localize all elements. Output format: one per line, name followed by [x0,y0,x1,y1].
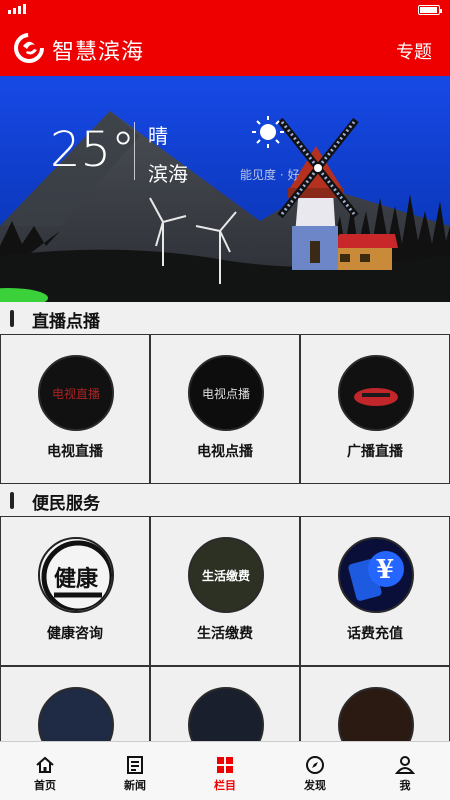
compass-icon [306,756,324,774]
grid-icon [217,757,233,773]
section-title: 直播点播 [32,312,100,332]
section-title: 便民服务 [32,494,100,514]
visibility-text: 能见度 · 好 [240,168,300,182]
app-logo-icon [14,33,44,63]
home-icon [36,756,54,773]
tab-label: 栏目 [214,779,236,792]
tile-label: 广播直播 [347,444,403,460]
tab-discover[interactable]: 发现 [270,742,360,800]
tv-vod-tile[interactable]: 电视点播 电视点播 [150,334,300,484]
weather-scene-illustration [0,76,450,302]
bottom-tab-bar: 首页 新闻 栏目 发现 我 [0,741,450,800]
tab-home[interactable]: 首页 [0,742,90,800]
section-header-live: 直播点播 [0,302,450,334]
app-title: 智慧滨海 [52,40,145,65]
tab-columns[interactable]: 栏目 [180,742,270,800]
section-header-services: 便民服务 [0,484,450,516]
bill-pay-thumbnail: 生活缴费 [188,537,264,613]
tab-label: 我 [399,779,411,792]
tab-label: 新闻 [124,779,146,792]
phone-recharge-tile[interactable]: ¥ 话费充值 [300,516,450,666]
user-icon [395,756,415,774]
section-marker [10,492,14,509]
tab-news[interactable]: 新闻 [90,742,180,800]
radio-live-thumbnail [338,355,414,431]
signal-icon [8,4,26,14]
city-name: 滨海 [148,162,188,186]
health-thumbnail: 健康 [38,537,114,613]
recharge-thumbnail: ¥ [338,537,414,613]
section-marker [10,310,14,327]
bill-pay-tile[interactable]: 生活缴费 生活缴费 [150,516,300,666]
tile-label: 电视点播 [197,444,253,460]
radio-emblem-icon [354,388,398,406]
status-bar [0,0,450,20]
radio-live-tile[interactable]: 广播直播 [300,334,450,484]
tab-label: 发现 [304,779,326,792]
tile-label: 健康咨询 [47,626,103,642]
health-consult-tile[interactable]: 健康 健康咨询 [0,516,150,666]
tv-vod-thumbnail: 电视点播 [188,355,264,431]
service-thumbnail [338,687,414,741]
service-tile-6[interactable] [300,666,450,741]
services-grid: 健康 健康咨询 生活缴费 生活缴费 ¥ 话费充值 [0,516,450,741]
tab-me[interactable]: 我 [360,742,450,800]
battery-icon [418,5,442,15]
tile-label: 话费充值 [347,626,403,642]
service-tile-5[interactable] [150,666,300,741]
tile-label: 电视直播 [47,444,103,460]
weather-banner[interactable]: 25° 晴 滨海 能见度 · 好 [0,76,450,302]
service-thumbnail [38,687,114,741]
tv-live-thumbnail: 电视直播 [38,355,114,431]
tab-label: 首页 [34,779,56,792]
tv-live-tile[interactable]: 电视直播 电视直播 [0,334,150,484]
service-tile-4[interactable] [0,666,150,741]
app-header: 智慧滨海 专题 [0,20,450,76]
tile-label: 生活缴费 [197,626,253,642]
live-grid: 电视直播 电视直播 电视点播 电视点播 广播直播 [0,334,450,484]
divider [134,122,135,180]
service-thumbnail [188,687,264,741]
weather-condition: 晴 [148,124,168,148]
temperature: 25° [50,122,136,178]
news-icon [127,756,143,774]
topic-button[interactable]: 专题 [396,38,432,64]
